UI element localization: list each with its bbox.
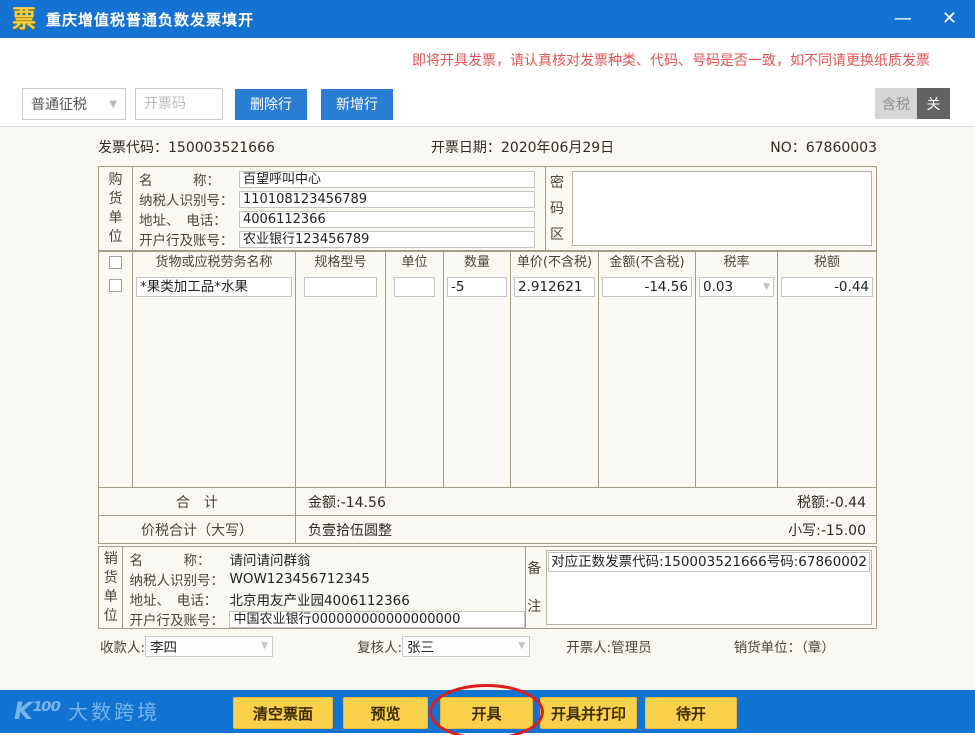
issue-warning-text: 即将开具发票，请认真核对发票种类、代码、号码是否一致，如不同请更换纸质发票	[412, 53, 930, 69]
logo-mark-icon: K¹⁰⁰	[14, 696, 61, 725]
grand-total-row: 价税合计（大写） 负壹拾伍圆整 小写:-15.00	[99, 515, 876, 543]
reviewer-select[interactable]: 张三 ▼	[402, 635, 531, 657]
seller-bank-input[interactable]: 中国农业银行000000000000000000	[229, 610, 526, 628]
quantity-input[interactable]: -5	[447, 277, 507, 297]
goods-name-input[interactable]: *果类加工品*水果	[136, 277, 292, 297]
dropdown-arrow-icon: ▼	[763, 282, 770, 292]
buyer-name-label: 名 称：	[139, 173, 220, 189]
buyer-taxid-input[interactable]: 110108123456789	[239, 190, 535, 208]
footer-bar: K¹⁰⁰ 大数跨境 清空票面 预览 开具 开具并打印 待开	[0, 684, 975, 735]
tax-rate-select[interactable]: 0.03 ▼	[699, 277, 774, 297]
title-bar: 票 重庆增值税普通负数发票填开 — ✕	[0, 0, 975, 38]
invoice-form: 发票代码：150003521666 开票日期：2020年06月29日 NO：67…	[0, 127, 975, 690]
seller-section-label: 销货单位	[99, 547, 124, 628]
minimize-icon[interactable]: —	[888, 0, 918, 38]
pending-button[interactable]: 待开	[645, 697, 737, 729]
select-all-checkbox[interactable]	[109, 256, 122, 269]
grand-total-words: 负壹拾伍圆整	[308, 522, 392, 539]
items-table: 货物或应税劳务名称 规格型号 单位 数量 单价(不含税) 金额(不含税) 税率 …	[98, 251, 877, 544]
tax-amount-input[interactable]: -0.44	[781, 277, 873, 297]
totals-label: 合 计	[99, 488, 296, 515]
tax-type-value: 普通征税	[31, 97, 87, 113]
col-header-unit-price: 单价(不含税)	[511, 252, 599, 273]
total-tax: 税额:-0.44	[797, 494, 866, 511]
dropdown-arrow-icon: ▼	[261, 641, 269, 651]
items-table-header: 货物或应税劳务名称 规格型号 单位 数量 单价(不含税) 金额(不含税) 税率 …	[99, 252, 876, 273]
amount-input[interactable]: -14.56	[602, 277, 692, 297]
seller-section: 销货单位 名 称： 请问请问群翁 纳税人识别号： WOW123456712345 地…	[98, 546, 877, 629]
col-header-amount: 金额(不含税)	[599, 252, 696, 273]
seller-address-label: 地址、 电话：	[129, 593, 218, 609]
password-area-label: 密码区	[550, 174, 564, 243]
buyer-taxid-label: 纳税人识别号：	[139, 193, 234, 209]
seller-name-label: 名 称：	[129, 553, 211, 569]
grand-total-label: 价税合计（大写）	[99, 516, 296, 543]
total-amount: 金额:-14.56	[308, 494, 386, 511]
buyer-address-input[interactable]: 4006112366	[239, 210, 535, 228]
invoice-code: 发票代码：150003521666	[98, 140, 275, 156]
buyer-bank-label: 开户行及账号：	[139, 233, 234, 249]
seller-address-value: 北京用友产业园4006112366	[229, 593, 410, 609]
unit-price-input[interactable]: 2.912621	[514, 277, 595, 297]
buyer-name-input[interactable]: 百望呼叫中心	[239, 170, 535, 188]
totals-row: 合 计 金额:-14.56 税额:-0.44	[99, 487, 876, 515]
invoice-ticket-icon: 票	[12, 5, 36, 33]
reviewer-label: 复核人:	[357, 640, 403, 656]
tax-included-toggle: 含税 关	[875, 88, 950, 119]
tax-type-select[interactable]: 普通征税 ▼	[22, 88, 126, 120]
col-header-unit: 单位	[386, 252, 444, 273]
buyer-fields: 名 称： 百望呼叫中心 纳税人识别号： 110108123456789 地址、 电话…	[133, 167, 546, 250]
add-row-button[interactable]: 新增行	[321, 88, 393, 120]
remark-label: 备注	[527, 560, 542, 615]
password-area-box	[572, 171, 872, 246]
seller-fields: 名 称： 请问请问群翁 纳税人识别号： WOW123456712345 地址、 电话…	[123, 547, 527, 629]
col-header-goods: 货物或应税劳务名称	[133, 252, 296, 273]
invoice-window: 票 重庆增值税普通负数发票填开 — ✕ 即将开具发票，请认真核对发票种类、代码、…	[0, 0, 975, 735]
invoice-date: 开票日期：2020年06月29日	[430, 140, 615, 156]
issuer-text: 开票人:管理员	[566, 640, 652, 656]
items-table-body: *果类加工品*水果 -5 2.912621 -14.56 0.03 ▼ -0.44	[99, 273, 876, 487]
buyer-section-label: 购货单位	[99, 167, 133, 250]
dropdown-arrow-icon: ▼	[518, 641, 526, 651]
invoice-number: NO：67860003	[770, 140, 877, 156]
top-strip: 即将开具发票，请认真核对发票种类、代码、号码是否一致，如不同请更换纸质发票 普通…	[0, 38, 975, 127]
invoice-meta-row: 发票代码：150003521666 开票日期：2020年06月29日 NO：67…	[98, 137, 877, 157]
dropdown-arrow-icon: ▼	[109, 98, 117, 110]
signers-row: 收款人: 李四 ▼ 复核人: 张三 ▼ 开票人:管理员 销货单位：（章）	[98, 635, 877, 657]
spec-input[interactable]	[304, 277, 377, 297]
buyer-address-label: 地址、 电话：	[139, 213, 227, 229]
dashukuajing-logo: K¹⁰⁰ 大数跨境	[14, 696, 160, 725]
col-header-tax-rate: 税率	[696, 252, 778, 273]
delete-row-button[interactable]: 删除行	[235, 88, 307, 120]
logo-text: 大数跨境	[68, 700, 161, 724]
preview-button[interactable]: 预览	[343, 697, 428, 729]
tax-included-option[interactable]: 含税	[875, 88, 917, 119]
buyer-bank-input[interactable]: 农业银行123456789	[239, 230, 535, 248]
remark-box[interactable]: 对应正数发票代码:150003521666号码:67860002	[546, 550, 872, 625]
issue-and-print-button[interactable]: 开具并打印	[540, 697, 637, 729]
payee-label: 收款人:	[100, 640, 146, 656]
close-icon[interactable]: ✕	[936, 0, 963, 38]
toolbar: 普通征税 ▼ 删除行 新增行	[22, 88, 393, 120]
buyer-section: 购货单位 名 称： 百望呼叫中心 纳税人识别号： 110108123456789 地…	[98, 166, 877, 251]
tax-off-option[interactable]: 关	[917, 88, 950, 119]
seller-name-value: 请问请问群翁	[229, 553, 311, 569]
seller-seal-text: 销货单位：（章）	[733, 640, 835, 656]
payee-select[interactable]: 李四 ▼	[145, 635, 274, 657]
col-header-tax: 税额	[813, 255, 840, 270]
invoice-code-input[interactable]	[135, 88, 223, 120]
col-header-quantity: 数量	[444, 252, 511, 273]
window-title: 重庆增值税普通负数发票填开	[46, 10, 255, 29]
seller-taxid-value: WOW123456712345	[229, 571, 370, 587]
remark-text: 对应正数发票代码:150003521666号码:67860002	[548, 552, 870, 572]
col-header-spec: 规格型号	[296, 252, 386, 273]
issue-button[interactable]: 开具	[440, 697, 533, 729]
unit-input[interactable]	[394, 277, 435, 297]
seller-taxid-label: 纳税人识别号：	[129, 573, 224, 589]
row-checkbox[interactable]	[109, 279, 122, 292]
seller-bank-label: 开户行及账号：	[129, 613, 224, 629]
grand-total-numeric: 小写:-15.00	[788, 522, 866, 539]
clear-form-button[interactable]: 清空票面	[233, 697, 333, 729]
